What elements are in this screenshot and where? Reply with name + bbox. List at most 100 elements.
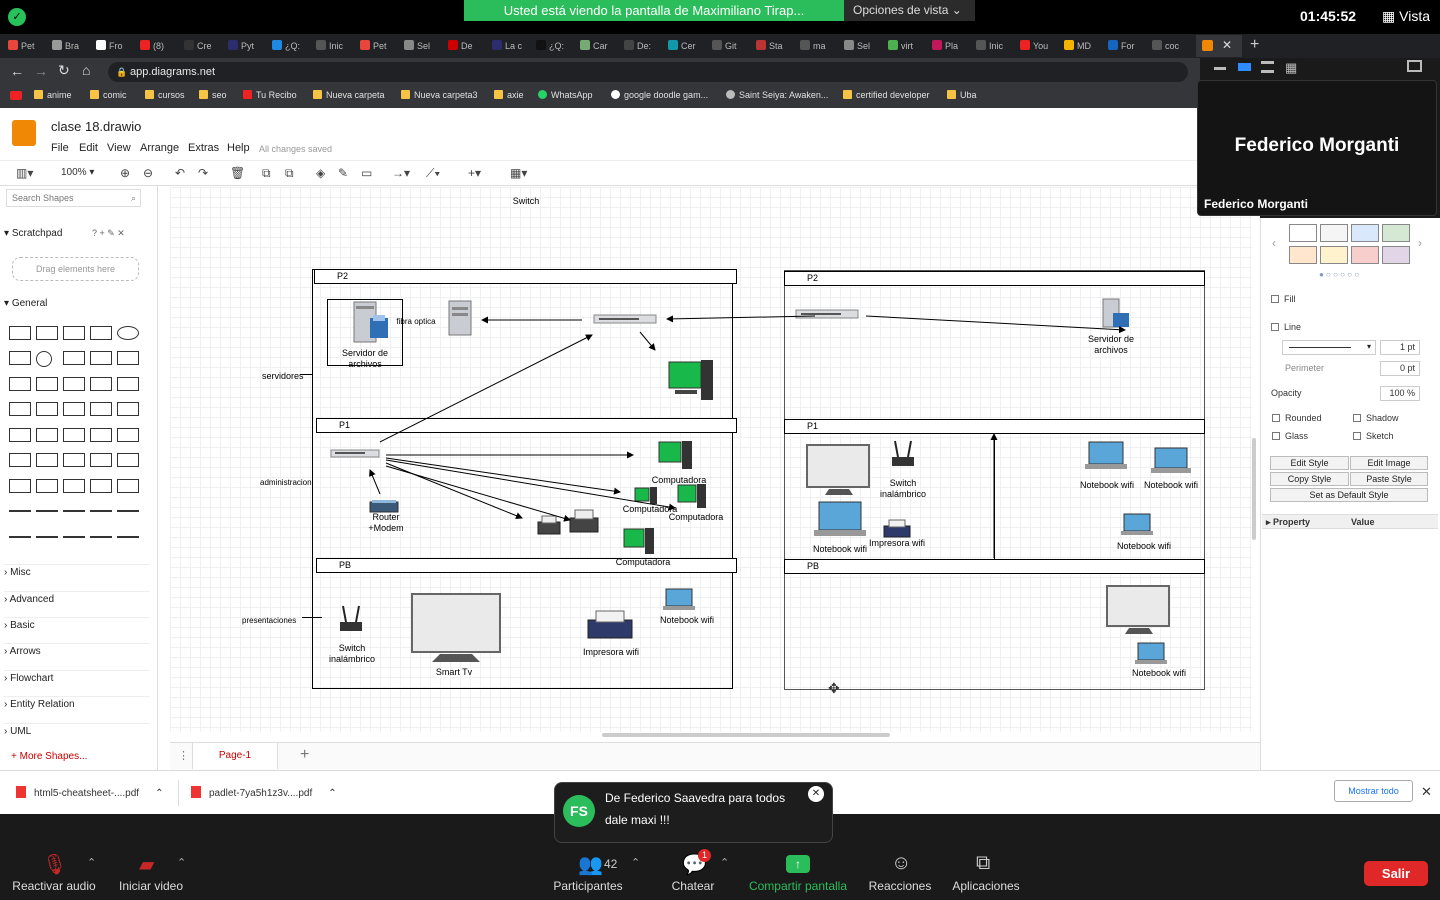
mic-muted-icon[interactable]: 🎙 bbox=[42, 852, 67, 877]
zoom-level-select[interactable]: 100% ▾ bbox=[61, 167, 94, 178]
zoom-out-icon[interactable]: ⊖ bbox=[143, 166, 153, 180]
style-swatch[interactable] bbox=[1382, 246, 1410, 264]
palette-shape[interactable] bbox=[36, 453, 58, 467]
left-floor-p1-header[interactable]: P1 bbox=[316, 418, 737, 433]
style-swatch[interactable] bbox=[1382, 224, 1410, 242]
browser-tab[interactable]: ¿Q: bbox=[272, 37, 312, 56]
bookmark-item[interactable]: Uba bbox=[947, 90, 977, 100]
palette-shape[interactable] bbox=[117, 536, 139, 538]
browser-tab[interactable]: You bbox=[1020, 37, 1060, 56]
palette-shape[interactable] bbox=[117, 377, 139, 391]
palette-shape[interactable] bbox=[117, 351, 139, 365]
palette-shape[interactable] bbox=[9, 326, 31, 340]
palette-shape[interactable] bbox=[9, 510, 31, 512]
swatch-pagination[interactable]: ● ○ ○ ○ ○ ○ bbox=[1319, 270, 1359, 279]
redo-icon[interactable]: ↷ bbox=[198, 166, 208, 180]
right-notebook-large-icon[interactable] bbox=[812, 500, 868, 542]
palette-shape[interactable] bbox=[36, 402, 58, 416]
close-downloads-icon[interactable]: ✕ bbox=[1421, 784, 1432, 800]
style-swatch[interactable] bbox=[1289, 246, 1317, 264]
fullscreen-icon[interactable] bbox=[1407, 60, 1422, 72]
palette-shape[interactable] bbox=[36, 377, 58, 391]
file-title[interactable]: clase 18.drawio bbox=[51, 119, 141, 134]
label-presentaciones[interactable]: presentaciones bbox=[242, 615, 302, 626]
chat-button[interactable]: Chatear bbox=[668, 879, 718, 893]
right-notebook-3-icon[interactable] bbox=[1150, 446, 1192, 478]
palette-shape[interactable] bbox=[63, 453, 85, 467]
participants-icon[interactable]: 👥 bbox=[578, 852, 603, 877]
right-notebook-3-label[interactable]: Notebook wifi bbox=[1137, 480, 1205, 491]
notebook-icon[interactable] bbox=[662, 587, 696, 613]
palette-shape[interactable] bbox=[9, 479, 31, 493]
insert-icon[interactable]: +▾ bbox=[468, 166, 481, 180]
browser-tab[interactable]: ¿Q: bbox=[536, 37, 576, 56]
style-swatch[interactable] bbox=[1320, 224, 1348, 242]
leave-meeting-button[interactable]: Salir bbox=[1364, 861, 1428, 886]
browser-tab[interactable]: Pet bbox=[8, 37, 48, 56]
browser-tab[interactable]: Sel bbox=[404, 37, 444, 56]
browser-tab[interactable]: Inic bbox=[976, 37, 1016, 56]
router-label[interactable]: Router +Modem bbox=[358, 512, 414, 534]
server-icon[interactable] bbox=[444, 297, 478, 339]
palette-shape[interactable] bbox=[90, 326, 112, 340]
palette-shape[interactable] bbox=[36, 351, 52, 367]
right-notebook-5-label[interactable]: Notebook wifi bbox=[1125, 668, 1193, 679]
reload-icon[interactable]: ↻ bbox=[58, 62, 70, 79]
right-notebook-4-icon[interactable] bbox=[1120, 512, 1154, 538]
palette-shape[interactable] bbox=[117, 453, 139, 467]
palette-shape[interactable] bbox=[63, 536, 85, 538]
glass-checkbox[interactable]: Glass bbox=[1272, 431, 1308, 441]
show-all-downloads-button[interactable]: Mostrar todo bbox=[1334, 780, 1413, 802]
browser-tab[interactable]: La c bbox=[492, 37, 532, 56]
participants-chevron-icon[interactable]: ⌃ bbox=[631, 856, 640, 869]
fill-checkbox[interactable]: Fill bbox=[1271, 294, 1296, 304]
computer-3-icon[interactable] bbox=[676, 483, 710, 511]
browser-tab[interactable]: Pet bbox=[360, 37, 400, 56]
right-notebook-4-label[interactable]: Notebook wifi bbox=[1110, 541, 1178, 552]
horizontal-scrollbar[interactable] bbox=[602, 733, 890, 737]
right-floor-p2-header[interactable]: P2 bbox=[784, 271, 1205, 286]
video-options-chevron-icon[interactable]: ⌃ bbox=[177, 856, 186, 869]
active-tab[interactable]: ✕ bbox=[1196, 35, 1242, 57]
back-arrow-icon[interactable]: ← bbox=[10, 63, 24, 79]
desktop-computer-icon[interactable] bbox=[667, 358, 717, 404]
bookmark-item[interactable]: google doodle gam... bbox=[611, 90, 708, 100]
close-icon[interactable]: ✕ bbox=[1222, 38, 1232, 52]
start-video-button[interactable]: Iniciar video bbox=[114, 879, 188, 893]
youtube-bookmark-icon[interactable] bbox=[10, 91, 22, 100]
table-icon[interactable]: ▦▾ bbox=[510, 166, 527, 180]
general-header[interactable]: ▾ General bbox=[4, 298, 47, 309]
swatch-next-icon[interactable]: › bbox=[1418, 236, 1422, 250]
edit-image-button[interactable]: Edit Image bbox=[1350, 456, 1428, 470]
browser-tab[interactable]: Git bbox=[712, 37, 752, 56]
forward-arrow-icon[interactable]: → bbox=[34, 63, 48, 79]
fiber-label[interactable]: fibra optica bbox=[394, 316, 438, 327]
browser-tab[interactable]: MD bbox=[1064, 37, 1104, 56]
switch-floating-label[interactable]: Switch bbox=[506, 196, 546, 207]
right-floor-pb-header[interactable]: PB bbox=[784, 559, 1205, 574]
right-notebook-5-icon[interactable] bbox=[1134, 641, 1168, 667]
style-swatch[interactable] bbox=[1320, 246, 1348, 264]
left-floor-p2-header[interactable]: P2 bbox=[314, 269, 737, 284]
palette-shape[interactable] bbox=[36, 326, 58, 340]
computer-4-icon[interactable] bbox=[622, 527, 656, 557]
browser-tab[interactable]: Cre bbox=[184, 37, 224, 56]
palette-shape[interactable] bbox=[63, 428, 85, 442]
perimeter-input[interactable]: 0 pt bbox=[1380, 361, 1420, 376]
line-checkbox[interactable]: Line bbox=[1271, 322, 1301, 332]
palette-shape[interactable] bbox=[9, 377, 31, 391]
palette-shape[interactable] bbox=[36, 510, 58, 512]
video-off-icon[interactable]: ▰ bbox=[139, 852, 154, 877]
bookmark-item[interactable]: cursos bbox=[145, 90, 185, 100]
audio-options-chevron-icon[interactable]: ⌃ bbox=[87, 856, 96, 869]
right-wireless-switch-icon[interactable] bbox=[889, 437, 917, 471]
browser-tab[interactable]: ma bbox=[800, 37, 840, 56]
connection-icon[interactable]: →▾ bbox=[392, 166, 410, 180]
browser-tab[interactable]: Sel bbox=[844, 37, 884, 56]
palette-shape[interactable] bbox=[117, 479, 139, 493]
wireless-switch-icon[interactable] bbox=[337, 602, 365, 634]
menu-edit[interactable]: Edit bbox=[79, 142, 98, 154]
copy-style-button[interactable]: Copy Style bbox=[1270, 472, 1349, 486]
browser-tab[interactable]: De: bbox=[624, 37, 664, 56]
style-swatch[interactable] bbox=[1351, 224, 1379, 242]
